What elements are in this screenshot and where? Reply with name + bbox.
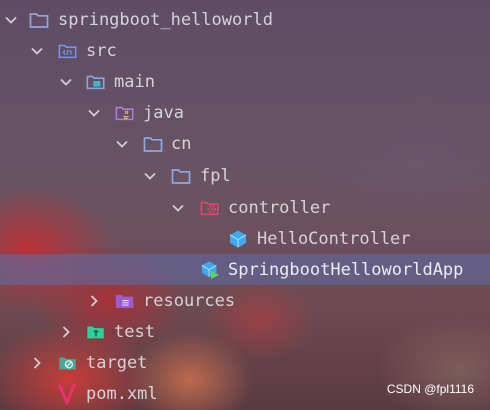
chevron-down-icon[interactable]: [115, 137, 129, 151]
watermark: CSDN @fpl1116: [386, 382, 474, 396]
tree-label-cn: cn: [171, 133, 192, 154]
resources-folder-icon: [115, 291, 135, 311]
tree-row-test[interactable]: test: [0, 316, 490, 347]
tree-label-controller: controller: [228, 197, 331, 218]
tree-label-pom: pom.xml: [86, 383, 158, 404]
tree-label-test: test: [114, 321, 155, 342]
tree-label-hello-controller: HelloController: [257, 228, 411, 249]
tree-row-springboot-app[interactable]: SpringbootHelloworldApp: [0, 254, 490, 285]
tree-label-java: java: [143, 102, 184, 123]
chevron-right-icon[interactable]: [30, 356, 44, 370]
chevron-down-icon[interactable]: [30, 44, 44, 58]
tree-label-resources: resources: [143, 290, 236, 311]
spring-config-folder-icon: [200, 198, 220, 218]
tree-row-main[interactable]: main: [0, 66, 490, 97]
tree-row-hello-controller[interactable]: HelloController: [0, 223, 490, 254]
tree-label-target: target: [86, 352, 148, 373]
maven-icon: [58, 383, 78, 404]
tree-row-controller[interactable]: controller: [0, 192, 490, 223]
chevron-down-icon[interactable]: [87, 106, 101, 120]
tree-row-fpl[interactable]: fpl: [0, 160, 490, 191]
chevron-down-icon[interactable]: [171, 201, 185, 215]
tree-label-fpl: fpl: [200, 165, 231, 186]
chevron-right-icon[interactable]: [87, 294, 101, 308]
module-folder-icon: [86, 72, 106, 92]
tree-label-src: src: [86, 40, 117, 61]
class-icon: [228, 229, 248, 249]
tree-row-java[interactable]: java: [0, 97, 490, 128]
folder-icon: [171, 166, 191, 186]
excluded-folder-icon: [58, 353, 78, 373]
tree-row-cn[interactable]: cn: [0, 128, 490, 159]
tree-label-main: main: [114, 71, 155, 92]
folder-icon: [143, 134, 163, 154]
chevron-down-icon[interactable]: [143, 169, 157, 183]
chevron-down-icon[interactable]: [4, 13, 18, 27]
java-package-folder-icon: [115, 103, 135, 123]
tree-label-springboot-app: SpringbootHelloworldApp: [228, 259, 464, 280]
source-folder-icon: [58, 41, 78, 61]
chevron-down-icon[interactable]: [59, 75, 73, 89]
tree-label-project: springboot_helloworld: [58, 9, 273, 30]
project-tree: springboot_helloworld src main java cn f…: [0, 0, 490, 410]
chevron-right-icon[interactable]: [59, 325, 73, 339]
test-folder-icon: [86, 322, 106, 342]
tree-row-src[interactable]: src: [0, 35, 490, 66]
tree-row-resources[interactable]: resources: [0, 285, 490, 316]
spring-boot-app-icon: [200, 260, 220, 280]
tree-row-project[interactable]: springboot_helloworld: [0, 4, 490, 35]
tree-row-target[interactable]: target: [0, 347, 490, 378]
folder-icon: [29, 10, 49, 30]
